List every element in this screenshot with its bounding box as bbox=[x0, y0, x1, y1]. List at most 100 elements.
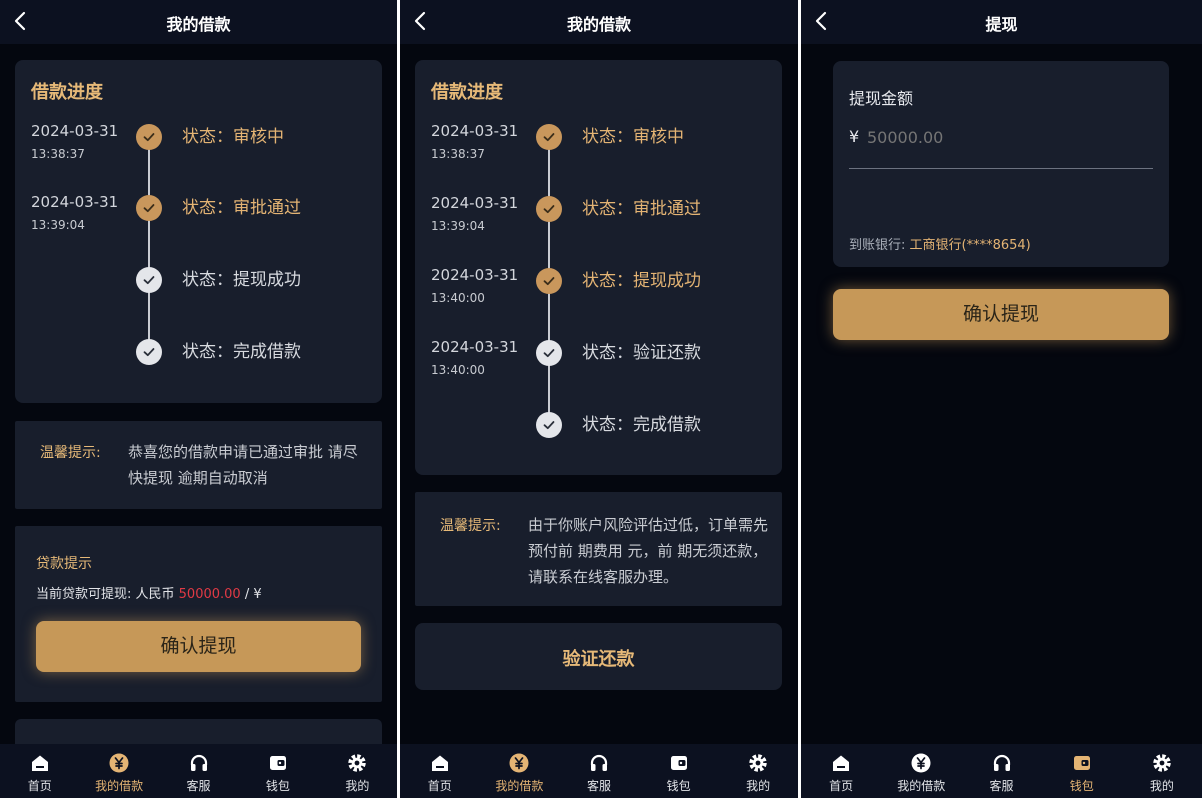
tip-card: 温馨提示: 恭喜您的借款申请已通过审批 请尽快提现 逾期自动取消 bbox=[15, 421, 382, 509]
tab-label: 我的借款 bbox=[95, 779, 144, 793]
loan-available-prefix: 当前贷款可提现: 人民币 bbox=[36, 587, 175, 602]
check-icon bbox=[136, 195, 162, 221]
verify-repay-label: 验证还款 bbox=[562, 649, 635, 670]
wallet-icon bbox=[269, 756, 286, 770]
tab-label: 我的借款 bbox=[495, 779, 544, 793]
timeline-date: 2024-03-31 bbox=[431, 266, 519, 284]
timeline-status: 状态：完成借款 bbox=[182, 342, 301, 362]
timeline-time: 13:39:04 bbox=[431, 219, 485, 233]
yuan-icon bbox=[109, 753, 129, 773]
bank-label: 到账银行: bbox=[849, 238, 906, 253]
tab-wallet[interactable]: 钱包 bbox=[639, 744, 719, 798]
header-bar: 我的借款 bbox=[400, 0, 798, 44]
tab-label: 首页 bbox=[829, 779, 854, 793]
timeline-status: 状态：提现成功 bbox=[582, 271, 701, 291]
loan-progress-card: 借款进度 2024-03-31 13:38:37 状态：审核中 2024-03-… bbox=[415, 60, 782, 475]
tab-label: 我的 bbox=[1149, 779, 1174, 793]
tab-label: 我的借款 bbox=[897, 779, 946, 793]
page-title: 我的借款 bbox=[566, 15, 631, 34]
headset-icon bbox=[190, 754, 207, 771]
tip-label: 温馨提示: bbox=[440, 518, 501, 534]
bank-value: 工商银行(****8654) bbox=[909, 238, 1031, 253]
header-bar: 我的借款 bbox=[0, 0, 397, 44]
tab-label: 首页 bbox=[27, 779, 52, 793]
tab-label: 我的 bbox=[746, 779, 771, 793]
tab-label: 钱包 bbox=[265, 779, 290, 793]
loan-notice-title: 贷款提示 bbox=[36, 556, 92, 572]
tab-home[interactable]: 首页 bbox=[400, 744, 480, 798]
gear-icon bbox=[348, 754, 367, 772]
loan-screen-approved: 我的借款 借款进度 2024-03-31 13:38:37 状态：审核中 202… bbox=[0, 0, 397, 798]
tab-label: 客服 bbox=[186, 779, 211, 793]
tab-my-loan[interactable]: 我的借款 bbox=[79, 744, 158, 798]
header-bar: 提现 bbox=[801, 0, 1202, 44]
confirm-withdraw-button[interactable]: 确认提现 bbox=[36, 621, 361, 672]
gear-icon bbox=[1153, 754, 1171, 772]
check-icon bbox=[536, 196, 562, 222]
headset-icon bbox=[993, 754, 1010, 771]
loan-screen-verify: 我的借款 借款进度 2024-03-31 13:38:37 状态：审核中 202… bbox=[400, 0, 798, 798]
tab-service[interactable]: 客服 bbox=[559, 744, 639, 798]
tip-text: 恭喜您的借款申请已通过审批 请尽快提现 逾期自动取消 bbox=[128, 443, 358, 487]
timeline-date: 2024-03-31 bbox=[431, 194, 519, 212]
timeline-date: 2024-03-31 bbox=[31, 122, 119, 140]
loan-available-text: 当前贷款可提现: 人民币 50000.00 / ¥ bbox=[36, 583, 262, 602]
tab-label: 客服 bbox=[586, 779, 611, 793]
tab-home[interactable]: 首页 bbox=[801, 744, 881, 798]
progress-title: 借款进度 bbox=[31, 82, 103, 103]
wallet-icon bbox=[1073, 756, 1090, 770]
timeline-time: 13:40:00 bbox=[431, 363, 485, 377]
check-icon bbox=[136, 267, 162, 293]
tip-text: 由于你账户风险评估过低，订单需先预付前 期费用 元，前 期无须还款，请联系在线客… bbox=[528, 516, 769, 586]
loan-notice-card: 贷款提示 当前贷款可提现: 人民币 50000.00 / ¥ 确认提现 bbox=[15, 526, 382, 702]
timeline-status: 状态：完成借款 bbox=[582, 415, 701, 435]
timeline-time: 13:40:00 bbox=[431, 291, 485, 305]
tab-label: 客服 bbox=[989, 779, 1014, 793]
timeline-date: 2024-03-31 bbox=[431, 122, 519, 140]
tab-service[interactable]: 客服 bbox=[961, 744, 1041, 798]
bottom-tab-bar: 首页 我的借款 客服 钱包 我的 bbox=[400, 744, 798, 798]
amount-input[interactable] bbox=[867, 125, 1147, 149]
home-icon bbox=[431, 755, 448, 771]
loan-suffix: / ¥ bbox=[244, 587, 262, 602]
tab-mine[interactable]: 我的 bbox=[718, 744, 798, 798]
timeline-status: 状态：提现成功 bbox=[182, 270, 301, 290]
tab-mine[interactable]: 我的 bbox=[318, 744, 397, 798]
tab-home[interactable]: 首页 bbox=[0, 744, 79, 798]
withdraw-form-card: 提现金额 ¥ 到账银行: 工商银行(****8654) bbox=[833, 61, 1169, 267]
check-icon bbox=[136, 339, 162, 365]
gear-icon bbox=[749, 754, 767, 772]
verify-repay-button[interactable]: 验证还款 bbox=[415, 623, 782, 690]
timeline-time: 13:38:37 bbox=[31, 147, 85, 161]
tab-my-loan[interactable]: 我的借款 bbox=[881, 744, 961, 798]
yuan-icon bbox=[911, 753, 931, 773]
check-icon bbox=[136, 124, 162, 150]
tab-service[interactable]: 客服 bbox=[159, 744, 238, 798]
bottom-tab-bar: 首页 我的借款 客服 钱包 我的 bbox=[801, 744, 1202, 798]
timeline-date: 2024-03-31 bbox=[431, 338, 519, 356]
tab-my-loan[interactable]: 我的借款 bbox=[480, 744, 560, 798]
timeline-status: 状态：审批通过 bbox=[582, 199, 701, 219]
tab-mine[interactable]: 我的 bbox=[1122, 744, 1202, 798]
tab-label: 我的 bbox=[345, 779, 370, 793]
amount-label: 提现金额 bbox=[849, 89, 914, 108]
currency-symbol: ¥ bbox=[849, 127, 860, 146]
timeline-status: 状态：审批通过 bbox=[182, 198, 301, 218]
input-underline bbox=[849, 168, 1153, 169]
bottom-tab-bar: 首页 我的借款 客服 钱包 我的 bbox=[0, 744, 397, 798]
tab-wallet[interactable]: 钱包 bbox=[1042, 744, 1122, 798]
loan-amount: 50000.00 bbox=[178, 587, 241, 602]
confirm-withdraw-button[interactable]: 确认提现 bbox=[833, 289, 1169, 340]
bank-info: 到账银行: 工商银行(****8654) bbox=[849, 234, 1031, 253]
check-icon bbox=[536, 124, 562, 150]
timeline-status: 状态：验证还款 bbox=[582, 343, 701, 363]
page-title: 提现 bbox=[985, 15, 1018, 34]
tab-label: 首页 bbox=[427, 779, 452, 793]
headset-icon bbox=[590, 754, 608, 771]
check-icon bbox=[536, 268, 562, 294]
progress-title: 借款进度 bbox=[431, 82, 503, 103]
tab-wallet[interactable]: 钱包 bbox=[238, 744, 317, 798]
timeline-line bbox=[148, 140, 150, 350]
withdraw-screen: 提现 提现金额 ¥ 到账银行: 工商银行(****8654) 确认提现 首页 我… bbox=[801, 0, 1202, 798]
timeline-status: 状态：审核中 bbox=[582, 127, 684, 147]
